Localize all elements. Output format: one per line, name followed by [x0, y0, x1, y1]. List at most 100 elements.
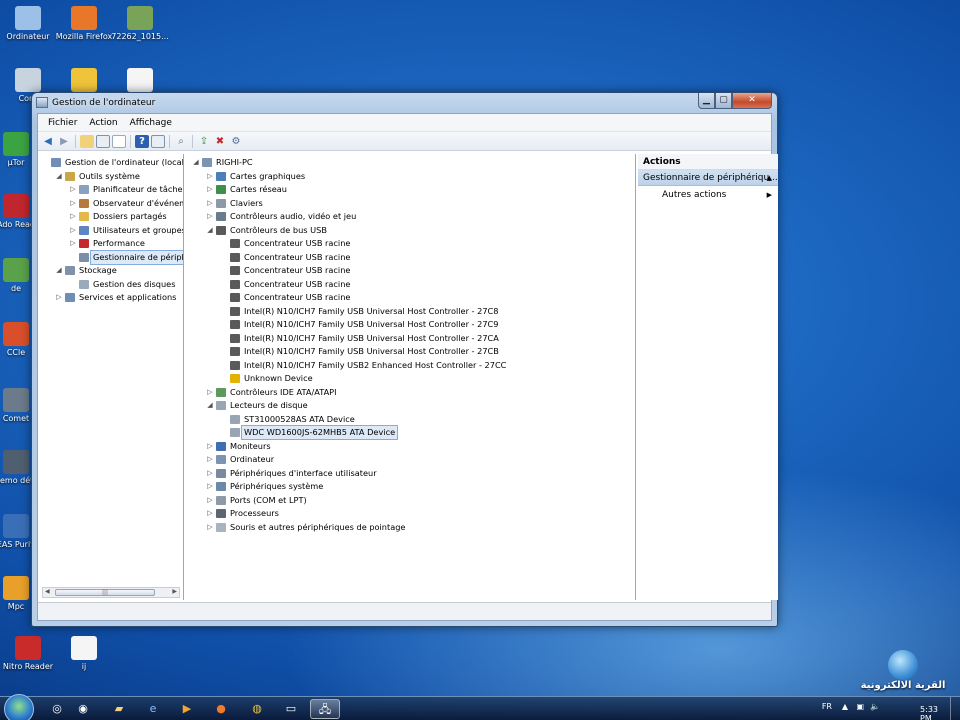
tree-node[interactable]: Unknown Device: [186, 372, 635, 385]
horizontal-scrollbar[interactable]: ◀ ||| ▶: [42, 587, 180, 598]
desktop-shortcut[interactable]: [52, 68, 116, 94]
tree-node[interactable]: Concentrateur USB racine: [186, 291, 635, 304]
collapsed-toggle-icon[interactable]: ▷: [69, 224, 77, 237]
collapsed-toggle-icon[interactable]: ▷: [206, 480, 214, 493]
tree-node[interactable]: Concentrateur USB racine: [186, 237, 635, 250]
collapsed-toggle-icon[interactable]: ▷: [69, 197, 77, 210]
device-tree-pane[interactable]: ◢ RIGHI-PC ▷ Cartes graphiques ▷ Cartes résea…: [186, 154, 636, 600]
tree-node[interactable]: Gestion des disques: [39, 278, 183, 291]
collapsed-toggle-icon[interactable]: ▷: [69, 237, 77, 250]
tree-node[interactable]: ▷ Ports (COM et LPT): [186, 494, 635, 507]
actions-section-device-manager[interactable]: Gestionnaire de périphériqu... ▲: [638, 170, 778, 186]
internet-explorer-icon[interactable]: e: [140, 699, 166, 719]
collapsed-toggle-icon[interactable]: ▷: [206, 507, 214, 520]
menu-affichage[interactable]: Affichage: [124, 118, 178, 128]
explorer-icon[interactable]: ▰: [106, 699, 132, 719]
tree-node[interactable]: ▷ Processeurs: [186, 507, 635, 520]
expanded-toggle-icon[interactable]: ◢: [55, 170, 63, 183]
up-folder-icon[interactable]: [80, 134, 94, 148]
collapsed-toggle-icon[interactable]: ▷: [206, 494, 214, 507]
scan-hardware-icon[interactable]: ⌕: [174, 135, 188, 148]
properties-icon[interactable]: [112, 134, 126, 148]
tree-node[interactable]: ▷ Moniteurs: [186, 440, 635, 453]
desktop-shortcut[interactable]: Ordinateur: [0, 6, 60, 42]
collapsed-toggle-icon[interactable]: ▷: [69, 210, 77, 223]
tree-node[interactable]: Intel(R) N10/ICH7 Family USB2 Enhanced H…: [186, 359, 635, 372]
volume-tray-icon[interactable]: 🔈: [870, 702, 880, 711]
collapsed-toggle-icon[interactable]: ▷: [206, 386, 214, 399]
action-pane-icon[interactable]: [151, 134, 165, 148]
expanded-toggle-icon[interactable]: ◢: [206, 399, 214, 412]
collapsed-toggle-icon[interactable]: ▷: [55, 291, 63, 304]
start-button[interactable]: [4, 694, 34, 720]
tree-node[interactable]: ▷ Dossiers partagés: [39, 210, 183, 223]
tree-node[interactable]: ◢ Outils système: [39, 170, 183, 183]
title-bar[interactable]: Gestion de l'ordinateur ▁ ▢ ✕: [32, 93, 777, 113]
tree-node[interactable]: ▷ Ordinateur: [186, 453, 635, 466]
language-indicator[interactable]: FR: [822, 702, 832, 711]
tree-node[interactable]: Intel(R) N10/ICH7 Family USB Universal H…: [186, 318, 635, 331]
tree-node[interactable]: Concentrateur USB racine: [186, 251, 635, 264]
tree-node[interactable]: ▷ Cartes graphiques: [186, 170, 635, 183]
tree-node[interactable]: ▷ Services et applications: [39, 291, 183, 304]
collapsed-toggle-icon[interactable]: ▷: [206, 183, 214, 196]
tree-node[interactable]: ▷ Performance: [39, 237, 183, 250]
collapsed-toggle-icon[interactable]: ▷: [206, 453, 214, 466]
tree-node[interactable]: WDC WD1600JS-62MHB5 ATA Device: [186, 425, 635, 440]
firefox-taskbar-icon[interactable]: ●: [208, 699, 234, 719]
minimize-button[interactable]: ▁: [698, 93, 715, 109]
tree-node[interactable]: ◢ Stockage: [39, 264, 183, 277]
other-actions-item[interactable]: Autres actions ▶: [638, 186, 778, 204]
tree-node[interactable]: Concentrateur USB racine: [186, 264, 635, 277]
tree-node[interactable]: ▷ Contrôleurs IDE ATA/ATAPI: [186, 386, 635, 399]
desktop-shortcut[interactable]: Nitro Reader: [0, 636, 60, 672]
tree-node[interactable]: ST31000528AS ATA Device: [186, 413, 635, 426]
desktop-shortcut[interactable]: ij: [52, 636, 116, 672]
expanded-toggle-icon[interactable]: ◢: [206, 224, 214, 237]
collapsed-toggle-icon[interactable]: ▷: [206, 210, 214, 223]
expanded-toggle-icon[interactable]: ◢: [55, 264, 63, 277]
collapsed-toggle-icon[interactable]: ▷: [206, 467, 214, 480]
tree-node[interactable]: Gestionnaire de périphé: [39, 249, 183, 265]
expanded-toggle-icon[interactable]: ◢: [192, 156, 200, 169]
console-tree-pane[interactable]: ◀ ||| ▶ Gestion de l'ordinateur (local) ◢…: [39, 154, 184, 600]
chrome-icon[interactable]: ◍: [244, 699, 270, 719]
collapsed-toggle-icon[interactable]: ▷: [206, 521, 214, 534]
tray-arrow-icon[interactable]: ▲: [842, 702, 848, 711]
tree-node[interactable]: Concentrateur USB racine: [186, 278, 635, 291]
tree-node[interactable]: Intel(R) N10/ICH7 Family USB Universal H…: [186, 305, 635, 318]
tree-node[interactable]: ▷ Périphériques d'interface utilisateur: [186, 467, 635, 480]
enable-device-icon[interactable]: ⚙: [229, 135, 243, 148]
clock[interactable]: 5:33 PM: [920, 705, 938, 720]
desktop-shortcut[interactable]: 72262_1015...: [108, 6, 172, 42]
taskbar-app-2-icon[interactable]: ◉: [70, 699, 96, 719]
forward-arrow-icon[interactable]: ▶: [57, 135, 71, 148]
tree-node[interactable]: Intel(R) N10/ICH7 Family USB Universal H…: [186, 345, 635, 358]
tree-node[interactable]: ▷ Utilisateurs et groupes l: [39, 224, 183, 237]
taskbar-app-1-icon[interactable]: ◎: [44, 699, 70, 719]
tree-node[interactable]: ▷ Périphériques système: [186, 480, 635, 493]
tree-node[interactable]: ▷ Claviers: [186, 197, 635, 210]
media-player-icon[interactable]: ▶: [174, 699, 200, 719]
tree-node[interactable]: ▷ Observateur d'événeme: [39, 197, 183, 210]
maximize-button[interactable]: ▢: [715, 93, 732, 109]
collapse-up-icon[interactable]: ▲: [767, 170, 772, 186]
collapsed-toggle-icon[interactable]: ▷: [206, 170, 214, 183]
update-driver-icon[interactable]: ⇪: [197, 135, 211, 148]
collapsed-toggle-icon[interactable]: ▷: [69, 183, 77, 196]
desktop-shortcut[interactable]: [108, 68, 172, 94]
tree-node[interactable]: ◢ RIGHI-PC: [186, 156, 635, 169]
help-icon[interactable]: ?: [135, 134, 149, 148]
computer-management-taskbar-icon[interactable]: 🖧: [310, 699, 340, 719]
tree-node[interactable]: ▷ Contrôleurs audio, vidéo et jeu: [186, 210, 635, 223]
close-button[interactable]: ✕: [732, 93, 772, 109]
collapsed-toggle-icon[interactable]: ▷: [206, 440, 214, 453]
show-desktop-button[interactable]: [950, 697, 960, 720]
network-tray-icon[interactable]: ▣: [856, 702, 864, 711]
tree-node[interactable]: ▷ Cartes réseau: [186, 183, 635, 196]
menu-fichier[interactable]: Fichier: [42, 118, 83, 128]
tree-node[interactable]: Intel(R) N10/ICH7 Family USB Universal H…: [186, 332, 635, 345]
tree-node[interactable]: ▷ Planificateur de tâches: [39, 183, 183, 196]
back-arrow-icon[interactable]: ◀: [41, 135, 55, 148]
tree-node[interactable]: ▷ Souris et autres périphériques de point…: [186, 521, 635, 534]
